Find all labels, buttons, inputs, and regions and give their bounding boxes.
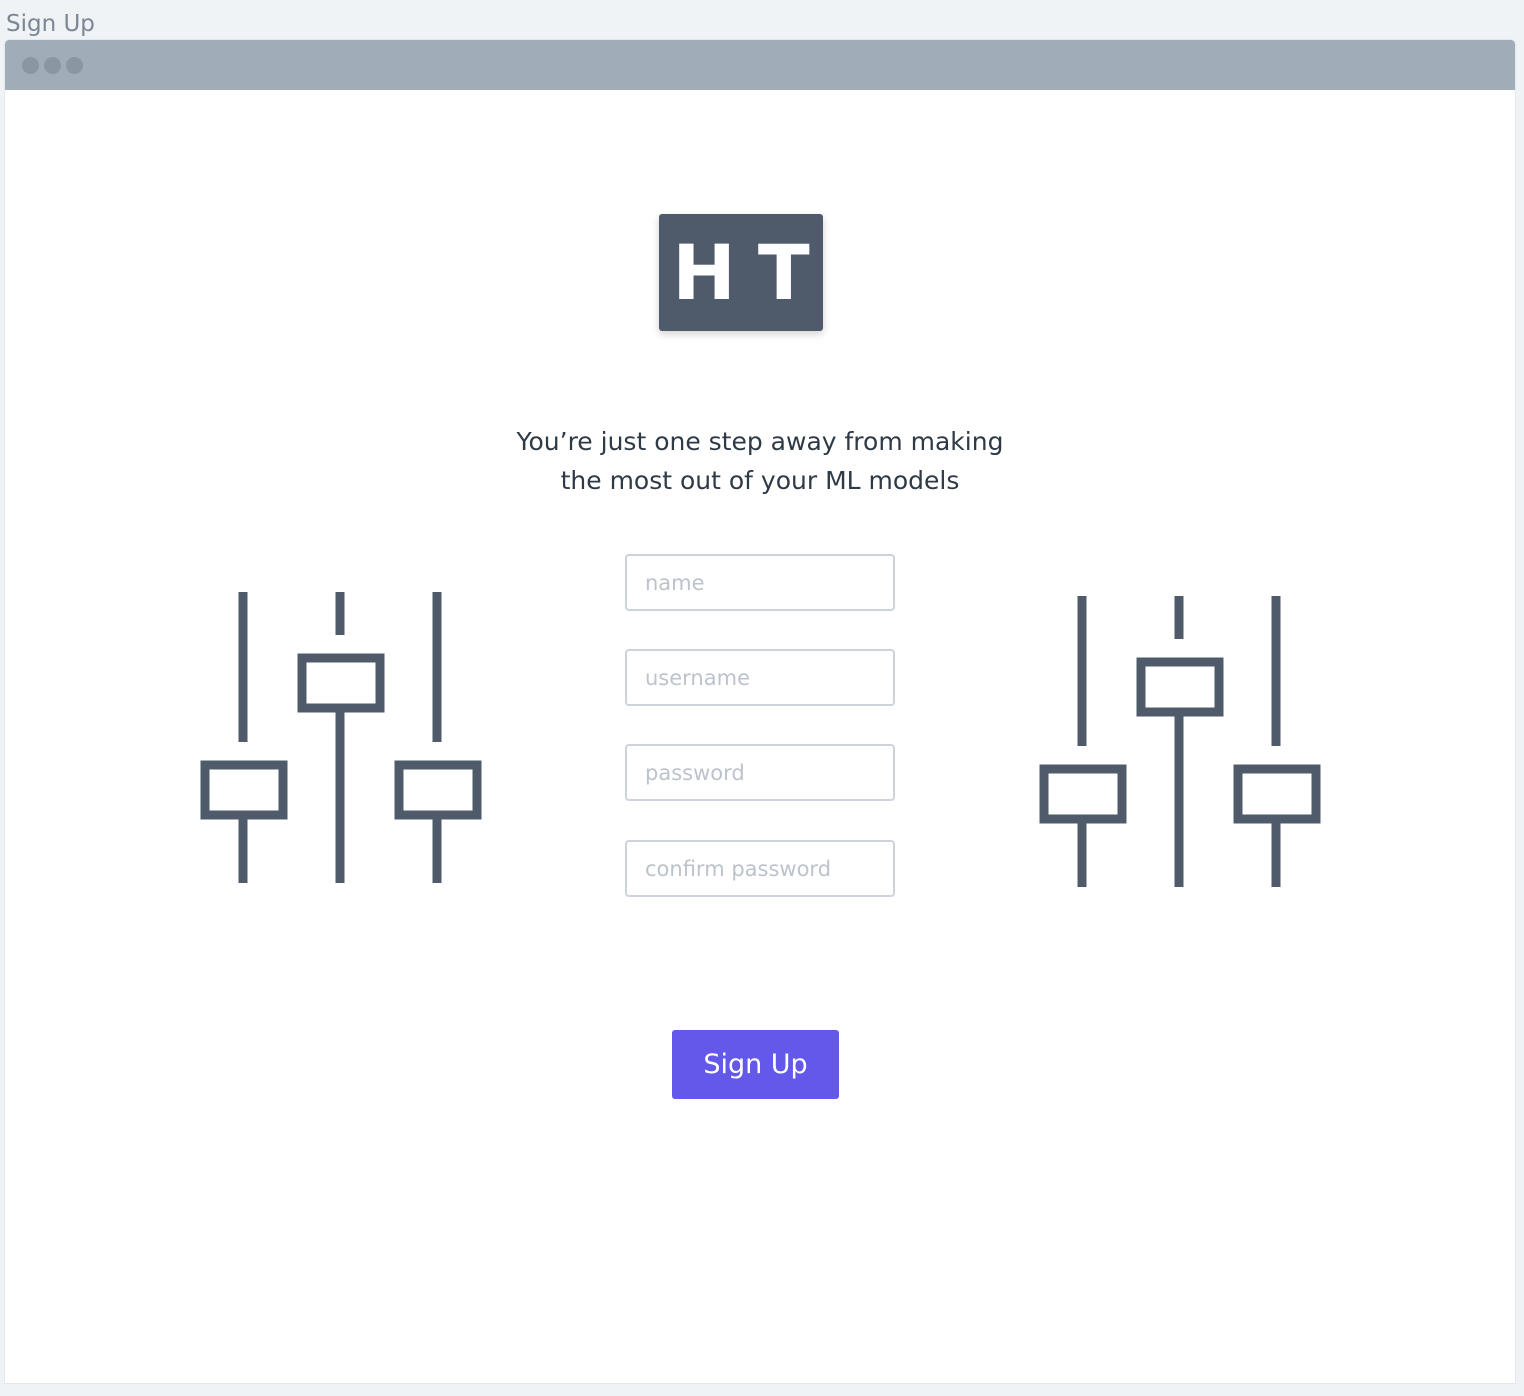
browser-window: HT You’re just one step away from making… <box>5 40 1515 1383</box>
password-input[interactable] <box>625 744 895 801</box>
equalizer-sliders-icon <box>1039 596 1321 887</box>
confirm-password-input[interactable] <box>625 840 895 897</box>
window-control-dot[interactable] <box>66 57 83 74</box>
tagline-line-2: the most out of your ML models <box>560 466 960 495</box>
username-input[interactable] <box>625 649 895 706</box>
tagline: You’re just one step away from making th… <box>410 422 1110 500</box>
name-input[interactable] <box>625 554 895 611</box>
window-titlebar <box>5 40 1515 90</box>
tagline-line-1: You’re just one step away from making <box>516 427 1004 456</box>
equalizer-sliders-icon <box>200 592 482 883</box>
logo: HT <box>659 214 823 331</box>
window-control-dot[interactable] <box>22 57 39 74</box>
page-title: Sign Up <box>6 11 95 37</box>
window-control-dot[interactable] <box>44 57 61 74</box>
sign-up-button[interactable]: Sign Up <box>672 1030 839 1099</box>
